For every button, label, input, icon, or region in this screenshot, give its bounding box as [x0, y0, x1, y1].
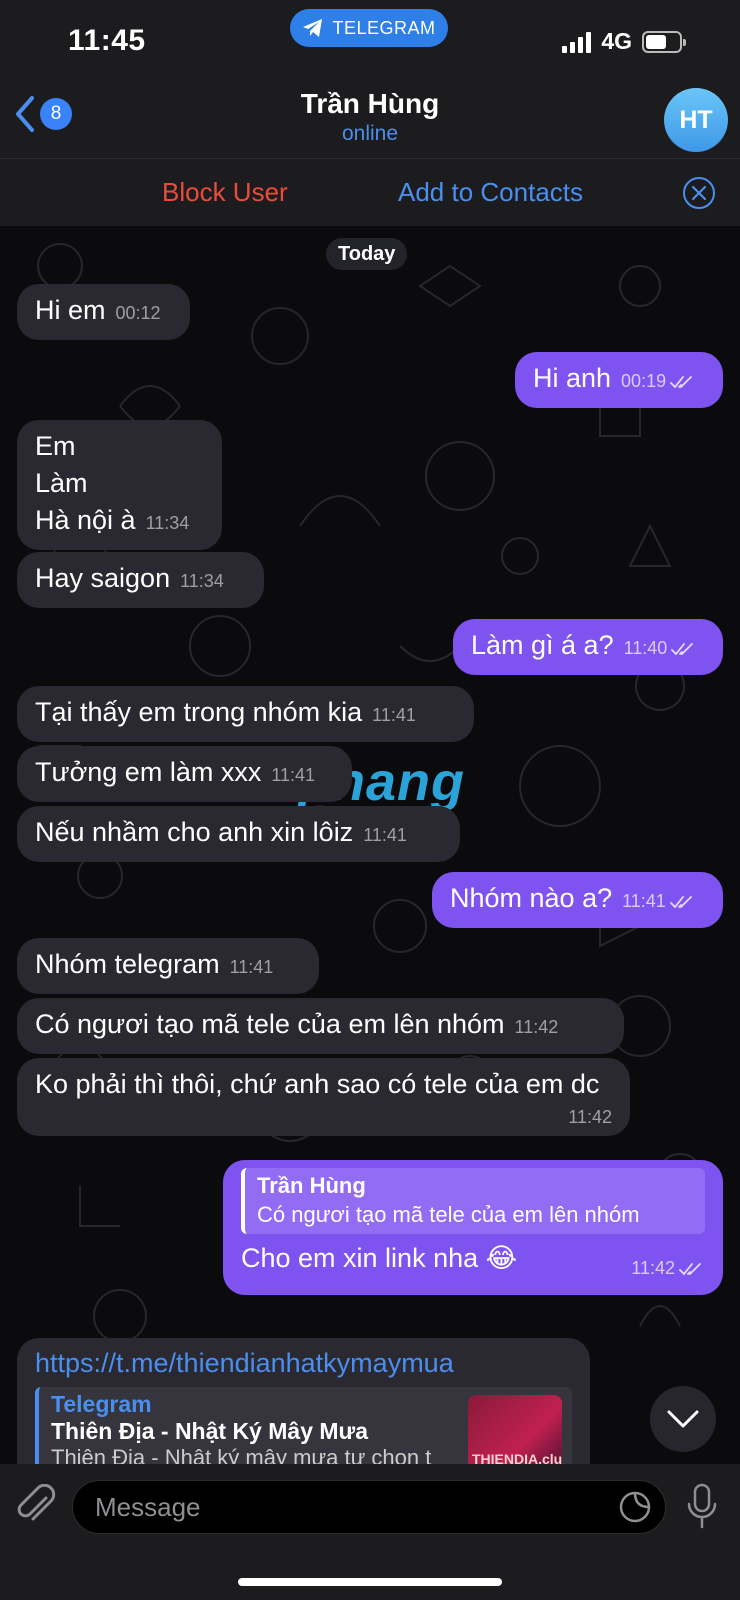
message-time: 11:42: [568, 1107, 612, 1127]
outgoing-message[interactable]: Trần Hùng Có ngươi tạo mã tele của em lên…: [223, 1160, 723, 1295]
message-text: Hi anh: [533, 363, 612, 393]
message-time: 11:42: [631, 1258, 675, 1278]
message-link[interactable]: https://t.me/thiendianhatkymaymua: [35, 1348, 572, 1379]
outgoing-message[interactable]: Nhóm nào a? 11:41: [432, 872, 723, 928]
message-text: Nếu nhầm cho anh xin lôiz: [35, 817, 354, 847]
telegram-pill[interactable]: TELEGRAM: [290, 9, 448, 47]
close-circle-icon[interactable]: [682, 176, 716, 210]
double-check-icon: [669, 896, 692, 909]
message-text: Hi em: [35, 295, 106, 325]
preview-thumbnail: THIENDIA.club: [468, 1395, 562, 1464]
incoming-message[interactable]: Hi em 00:12: [17, 284, 190, 340]
message-text: Tưởng em làm xxx: [35, 757, 262, 787]
message-time: 11:41: [363, 825, 407, 845]
double-check-icon: [671, 643, 694, 656]
message-text: Ko phải thì thôi, chứ anh sao có tele củ…: [35, 1069, 600, 1099]
link-message[interactable]: https://t.me/thiendianhatkymaymua Telegr…: [17, 1338, 590, 1464]
incoming-message[interactable]: Có ngươi tạo mã tele của em lên nhóm 11:4…: [17, 998, 624, 1054]
reply-author: Trần Hùng: [257, 1173, 366, 1198]
message-text: Làm gì á a?: [471, 630, 614, 660]
outgoing-message[interactable]: Làm gì á a? 11:40: [453, 619, 723, 675]
block-user-button[interactable]: Block User: [162, 177, 288, 208]
link-preview[interactable]: Telegram Thiên Địa - Nhật Ký Mây Mưa Thi…: [35, 1387, 572, 1464]
message-time: 11:41: [271, 765, 316, 785]
incoming-message[interactable]: Nhóm telegram 11:41: [17, 938, 319, 994]
message-time: 11:34: [180, 571, 224, 591]
message-input[interactable]: [72, 1480, 666, 1534]
incoming-message[interactable]: Nếu nhầm cho anh xin lôiz 11:41: [17, 806, 460, 862]
sticker-icon[interactable]: [618, 1490, 652, 1524]
status-bar: 11:45 TELEGRAM 4G: [0, 0, 740, 80]
scroll-down-button[interactable]: [650, 1386, 716, 1452]
chat-header: 8 Trần Hùng online HT: [0, 80, 740, 158]
composer: [0, 1464, 740, 1600]
message-time: 11:42: [514, 1017, 559, 1037]
chat-title-area[interactable]: Trần Hùng online: [200, 88, 540, 146]
signal-icon: [562, 31, 592, 53]
incoming-message[interactable]: Hay saigon 11:34: [17, 552, 264, 608]
double-check-icon: [679, 1263, 701, 1276]
message-text: Nhóm telegram: [35, 949, 220, 979]
contact-action-bar: Block User Add to Contacts: [0, 158, 740, 226]
reply-quote[interactable]: Trần Hùng Có ngươi tạo mã tele của em lên…: [241, 1168, 705, 1234]
microphone-icon[interactable]: [684, 1482, 720, 1530]
incoming-message[interactable]: Tưởng em làm xxx 11:41: [17, 746, 352, 802]
message-time: 00:12: [115, 303, 161, 323]
telegram-icon: [303, 19, 323, 37]
unread-count-badge: 8: [40, 98, 72, 130]
message-time: 11:41: [622, 891, 666, 911]
message-text: Hay saigon: [35, 563, 171, 593]
paperclip-icon[interactable]: [16, 1484, 56, 1528]
date-separator: Today: [326, 238, 408, 270]
home-indicator: [238, 1578, 502, 1586]
battery-icon: [642, 30, 686, 53]
message-text: Cho em xin link nha 😂: [241, 1243, 518, 1273]
message-time: 11:41: [229, 957, 274, 977]
status-time: 11:45: [68, 24, 146, 57]
message-time: 11:34: [145, 513, 190, 533]
incoming-message[interactable]: Em Làm Hà nội à 11:34: [17, 420, 222, 550]
back-button[interactable]: 8: [12, 94, 72, 134]
message-text: Em Làm Hà nội à: [35, 431, 136, 535]
network-type: 4G: [601, 28, 632, 54]
outgoing-message[interactable]: Hi anh 00:19: [515, 352, 723, 408]
telegram-pill-label: TELEGRAM: [332, 17, 436, 38]
back-chevron-icon: [16, 96, 34, 132]
reply-text: Có ngươi tạo mã tele của em lên nhóm: [257, 1202, 640, 1227]
message-time: 11:40: [623, 638, 668, 658]
chat-status: online: [341, 122, 399, 145]
incoming-message[interactable]: Ko phải thì thôi, chứ anh sao có tele củ…: [17, 1058, 630, 1136]
incoming-message[interactable]: Tại thấy em trong nhóm kia 11:41: [17, 686, 474, 742]
message-text: Tại thấy em trong nhóm kia: [35, 697, 363, 727]
chevron-down-icon: [667, 1410, 699, 1428]
avatar[interactable]: HT: [664, 88, 728, 152]
message-time: 00:19: [621, 371, 667, 391]
chat-title: Trần Hùng: [300, 88, 440, 119]
message-text: Có ngươi tạo mã tele của em lên nhóm: [35, 1009, 505, 1039]
chat-area[interactable]: Today Aphang Hi em00:12Hi anh00:19Em Làm…: [0, 226, 740, 1464]
add-to-contacts-button[interactable]: Add to Contacts: [398, 177, 583, 208]
message-text: Nhóm nào a?: [450, 883, 613, 913]
message-time: 11:41: [372, 705, 416, 725]
double-check-icon: [670, 376, 692, 389]
